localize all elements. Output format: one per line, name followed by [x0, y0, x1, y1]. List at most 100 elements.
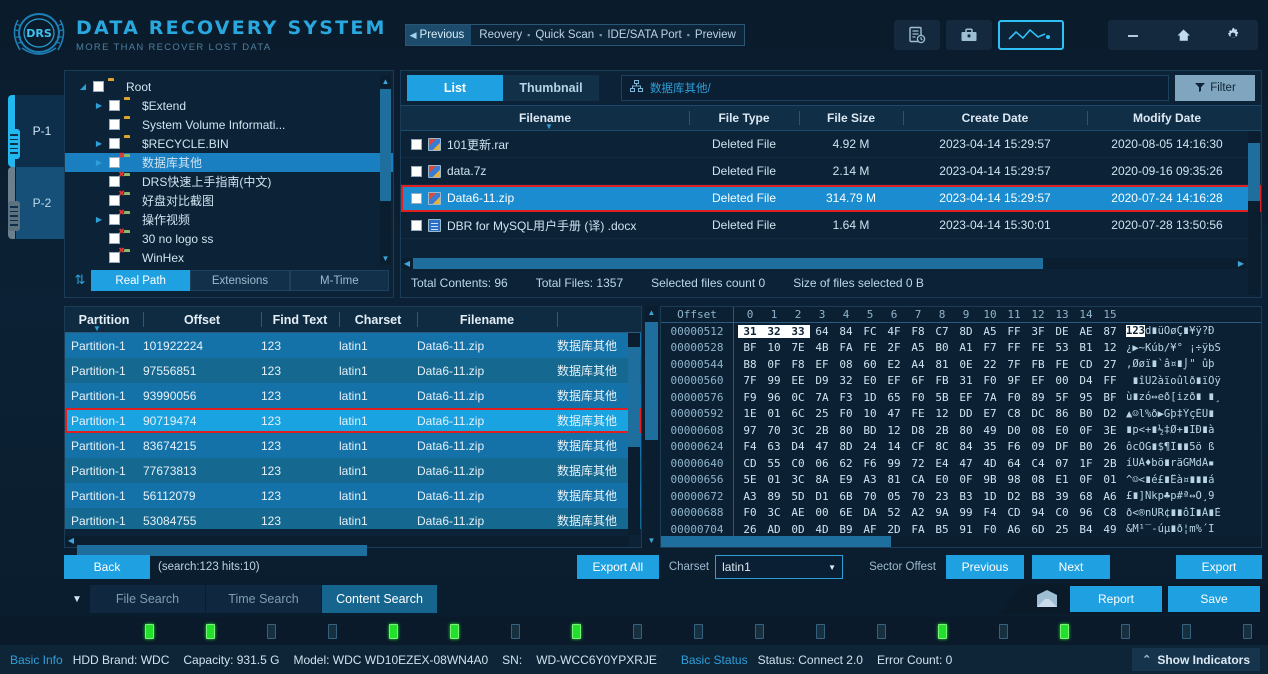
tree-node[interactable]: System Volume Informati... — [65, 115, 393, 134]
file-list-hscroll-thumb[interactable] — [413, 258, 1043, 269]
column-header-offset[interactable]: Offset — [143, 307, 261, 332]
tree-node[interactable]: DRS快速上手指南(中文) — [65, 172, 393, 191]
hex-row[interactable]: 00000528BF107E4BFAFE2FA5B0A1F7FFFE53B112… — [661, 340, 1261, 357]
next-button[interactable]: Next — [1032, 555, 1110, 579]
tree-node[interactable]: 好盘对比截图 — [65, 191, 393, 210]
breadcrumb-step-quick-scan[interactable]: Quick Scan — [535, 29, 594, 41]
show-indicators-button[interactable]: ⌃ Show Indicators — [1132, 648, 1260, 671]
tree-node[interactable]: ▶$Extend — [65, 96, 393, 115]
hex-row[interactable]: 00000576F9960C7AF31D65F05BEF7AF0895F95BF… — [661, 389, 1261, 406]
save-button[interactable]: Save — [1168, 586, 1260, 612]
chevron-right-icon[interactable]: ▶ — [93, 215, 105, 224]
table-row[interactable]: DBR for MySQL用户手册 (译) .docxDeleted File1… — [401, 212, 1261, 239]
hex-row[interactable]: 00000544B80FF8EF0860E2A4810E227FFBFECD27… — [661, 356, 1261, 373]
search-results-body[interactable]: Partition-1101922224123latin1Data6-11.zi… — [65, 333, 641, 529]
caret-down-icon[interactable]: ▼ — [64, 594, 90, 605]
chevron-right-icon[interactable]: ▶ — [93, 101, 105, 110]
scroll-left-icon[interactable]: ◀ — [65, 536, 77, 545]
tree-node[interactable]: ▶$RECYCLE.BIN — [65, 134, 393, 153]
column-header-partition[interactable]: Partition ▼ — [65, 307, 143, 332]
sort-updown-icon[interactable]: ⇅ — [69, 272, 91, 288]
report-button[interactable]: Report — [1070, 586, 1162, 612]
rail-tab-p2[interactable]: P-2 — [16, 167, 68, 239]
breadcrumb-step-preview[interactable]: Preview — [695, 29, 736, 41]
table-row[interactable]: 101更新.rarDeleted File4.92 M2023-04-14 15… — [401, 131, 1261, 158]
tab-content-search[interactable]: Content Search — [322, 585, 438, 613]
hex-row[interactable]: 00000688F03CAE006EDA52A29A99F4CD94C096C8… — [661, 505, 1261, 522]
column-header-file-size[interactable]: File Size — [799, 106, 903, 130]
hex-row[interactable]: 000005921E016C25F01047FE12DDE7C8DC86B0D2… — [661, 406, 1261, 423]
report-history-icon[interactable] — [894, 20, 940, 50]
current-path-field[interactable]: 数据库其他/ — [621, 75, 1169, 101]
row-checkbox[interactable] — [411, 139, 422, 150]
tab-file-search[interactable]: File Search — [90, 585, 206, 613]
file-list-body[interactable]: 101更新.rarDeleted File4.92 M2023-04-14 15… — [401, 131, 1261, 269]
row-checkbox[interactable] — [411, 193, 422, 204]
tree-tab-extensions[interactable]: Extensions — [190, 270, 289, 291]
home-icon[interactable] — [1158, 20, 1208, 50]
back-button[interactable]: Back — [64, 555, 150, 579]
view-tab-thumbnail[interactable]: Thumbnail — [503, 75, 599, 101]
hex-row[interactable]: 000005123132336484FC4FF8C78DA5FF3FDEAE87… — [661, 323, 1261, 340]
hex-hscroll-thumb[interactable] — [661, 536, 891, 547]
chevron-right-icon[interactable]: ▶ — [93, 158, 105, 167]
chevron-down-icon[interactable]: ◢ — [77, 82, 89, 91]
scroll-left-icon[interactable]: ◀ — [401, 259, 413, 268]
table-row[interactable]: Partition-177673813123latin1Data6-11.zip… — [65, 458, 641, 483]
tree-node[interactable]: WinHex — [65, 248, 393, 267]
tab-time-search[interactable]: Time Search — [206, 585, 322, 613]
waveform-chart-icon[interactable] — [998, 20, 1064, 50]
row-checkbox[interactable] — [411, 220, 422, 231]
tree-node-checkbox[interactable] — [109, 119, 120, 130]
column-header-create-date[interactable]: Create Date — [903, 106, 1087, 130]
previous-button[interactable]: Previous — [946, 555, 1024, 579]
tree-node[interactable]: 30 no logo ss — [65, 229, 393, 248]
breadcrumb-previous-button[interactable]: ◀ Previous — [406, 25, 472, 45]
scroll-up-icon[interactable]: ▲ — [645, 306, 658, 320]
charset-select[interactable]: latin1 ▼ — [715, 555, 843, 579]
basic-status-label[interactable]: Basic Status — [671, 653, 758, 667]
tree-scrollbar-thumb[interactable] — [380, 89, 391, 201]
hex-row[interactable]: 000006565E013C8AE9A381CAE00F9B9808E10F01… — [661, 472, 1261, 489]
table-row[interactable]: Partition-1101922224123latin1Data6-11.zi… — [65, 333, 641, 358]
column-header-file-type[interactable]: File Type — [689, 106, 799, 130]
gear-icon[interactable] — [1208, 20, 1258, 50]
search-results-scroll-thumb[interactable] — [628, 347, 640, 447]
tree-tab-mtime[interactable]: M-Time — [290, 270, 389, 291]
tree-node-checkbox[interactable] — [109, 138, 120, 149]
hex-row[interactable]: 00000672A3895DD16B70057023B31DD2B83968A6… — [661, 488, 1261, 505]
filter-button[interactable]: Filter — [1175, 75, 1255, 101]
minimize-icon[interactable] — [1108, 20, 1158, 50]
breadcrumb-step-ide-sata-port[interactable]: IDE/SATA Port — [607, 29, 681, 41]
tree-node-checkbox[interactable] — [93, 81, 104, 92]
export-button[interactable]: Export — [1176, 555, 1262, 579]
rail-tab-p1[interactable]: P-1 — [16, 95, 68, 167]
column-header-find-text[interactable]: Find Text — [261, 307, 339, 332]
table-row[interactable]: Partition-156112079123latin1Data6-11.zip… — [65, 483, 641, 508]
export-all-button[interactable]: Export All — [577, 555, 659, 579]
column-header-charset[interactable]: Charset — [339, 307, 417, 332]
tree-node[interactable]: ◢Root — [65, 77, 393, 96]
hex-row[interactable]: 00000624F463D4478D2414CF8C8435F609DFB026… — [661, 439, 1261, 456]
hex-row[interactable]: 000005607F99EED932E0EF6FFB31F09FEF00D4FF… — [661, 373, 1261, 390]
scroll-right-icon[interactable]: ▶ — [1235, 259, 1247, 268]
column-header-folder[interactable] — [557, 307, 631, 332]
row-checkbox[interactable] — [411, 166, 422, 177]
mail-icon[interactable] — [1030, 586, 1064, 612]
basic-info-label[interactable]: Basic Info — [0, 653, 73, 667]
middle-scrollbar[interactable]: ▲ ▼ — [645, 306, 658, 548]
tree-tab-real-path[interactable]: Real Path — [91, 270, 190, 291]
breadcrumb-step-recovery[interactable]: Reovery — [479, 29, 522, 41]
scroll-down-icon[interactable]: ▼ — [380, 252, 391, 265]
file-list-vertical-scrollbar[interactable] — [1248, 131, 1260, 295]
hex-viewer-panel[interactable]: Offset 0123456789101112131415 0000051231… — [660, 306, 1262, 548]
tree-node[interactable]: ▶数据库其他 — [65, 153, 393, 172]
table-row[interactable]: Partition-183674215123latin1Data6-11.zip… — [65, 433, 641, 458]
scroll-up-icon[interactable]: ▲ — [380, 75, 391, 88]
tree-node-checkbox[interactable] — [109, 100, 120, 111]
column-header-modify-date[interactable]: Modify Date — [1087, 106, 1247, 130]
tree-scrollbar[interactable]: ▲ ▼ — [380, 75, 391, 265]
tree-node[interactable]: ▶操作视频 — [65, 210, 393, 229]
table-row[interactable]: data.7zDeleted File2.14 M2023-04-14 15:2… — [401, 158, 1261, 185]
column-header-filename[interactable]: Filename — [417, 307, 557, 332]
